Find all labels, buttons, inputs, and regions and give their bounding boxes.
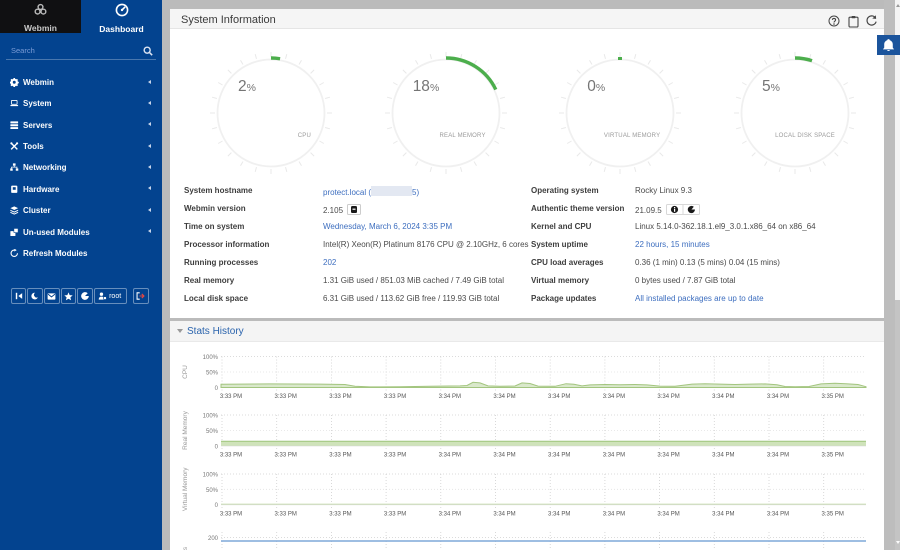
svg-text:100%: 100% <box>203 473 219 479</box>
svg-text:50%: 50% <box>206 429 219 435</box>
svg-text:3:34 PM: 3:34 PM <box>767 453 789 459</box>
svg-text:3:34 PM: 3:34 PM <box>603 394 625 400</box>
svg-text:3:34 PM: 3:34 PM <box>767 512 789 518</box>
svg-text:3:33 PM: 3:33 PM <box>329 453 351 459</box>
svg-text:3:33 PM: 3:33 PM <box>384 512 406 518</box>
svg-text:Real Memory: Real Memory <box>182 410 189 449</box>
svg-text:3:33 PM: 3:33 PM <box>275 394 297 400</box>
svg-text:0: 0 <box>215 444 219 450</box>
svg-text:3:33 PM: 3:33 PM <box>275 512 297 518</box>
svg-text:3:34 PM: 3:34 PM <box>439 453 461 459</box>
svg-text:3:33 PM: 3:33 PM <box>220 512 242 518</box>
svg-text:3:34 PM: 3:34 PM <box>657 394 679 400</box>
svg-text:3:34 PM: 3:34 PM <box>603 512 625 518</box>
svg-text:3:34 PM: 3:34 PM <box>548 453 570 459</box>
svg-text:3:33 PM: 3:33 PM <box>384 394 406 400</box>
svg-text:3:34 PM: 3:34 PM <box>657 453 679 459</box>
svg-text:3:35 PM: 3:35 PM <box>822 394 844 400</box>
svg-text:100%: 100% <box>203 414 219 420</box>
svg-text:0: 0 <box>215 503 219 509</box>
svg-text:3:34 PM: 3:34 PM <box>712 453 734 459</box>
svg-text:3:33 PM: 3:33 PM <box>384 453 406 459</box>
svg-text:Virtual Memory: Virtual Memory <box>182 467 189 511</box>
svg-text:3:34 PM: 3:34 PM <box>493 394 515 400</box>
svg-text:3:33 PM: 3:33 PM <box>220 394 242 400</box>
svg-text:3:34 PM: 3:34 PM <box>493 453 515 459</box>
svg-text:100%: 100% <box>203 355 219 361</box>
svg-text:3:33 PM: 3:33 PM <box>220 453 242 459</box>
svg-text:0: 0 <box>215 386 219 392</box>
svg-text:200: 200 <box>208 536 219 542</box>
svg-text:3:34 PM: 3:34 PM <box>657 512 679 518</box>
svg-text:3:34 PM: 3:34 PM <box>493 512 515 518</box>
svg-text:3:34 PM: 3:34 PM <box>548 512 570 518</box>
svg-text:3:33 PM: 3:33 PM <box>329 394 351 400</box>
svg-text:3:34 PM: 3:34 PM <box>767 394 789 400</box>
svg-text:3:34 PM: 3:34 PM <box>603 453 625 459</box>
svg-text:3:34 PM: 3:34 PM <box>439 394 461 400</box>
svg-text:3:33 PM: 3:33 PM <box>329 512 351 518</box>
svg-text:3:34 PM: 3:34 PM <box>548 394 570 400</box>
svg-text:CPU: CPU <box>182 365 189 379</box>
svg-text:3:35 PM: 3:35 PM <box>822 512 844 518</box>
svg-text:3:34 PM: 3:34 PM <box>439 512 461 518</box>
svg-text:3:35 PM: 3:35 PM <box>822 453 844 459</box>
svg-text:50%: 50% <box>206 488 219 494</box>
svg-text:3:33 PM: 3:33 PM <box>275 453 297 459</box>
svg-text:Processes: Processes <box>182 546 189 550</box>
svg-text:3:34 PM: 3:34 PM <box>712 394 734 400</box>
svg-text:3:34 PM: 3:34 PM <box>712 512 734 518</box>
svg-text:50%: 50% <box>206 371 219 377</box>
